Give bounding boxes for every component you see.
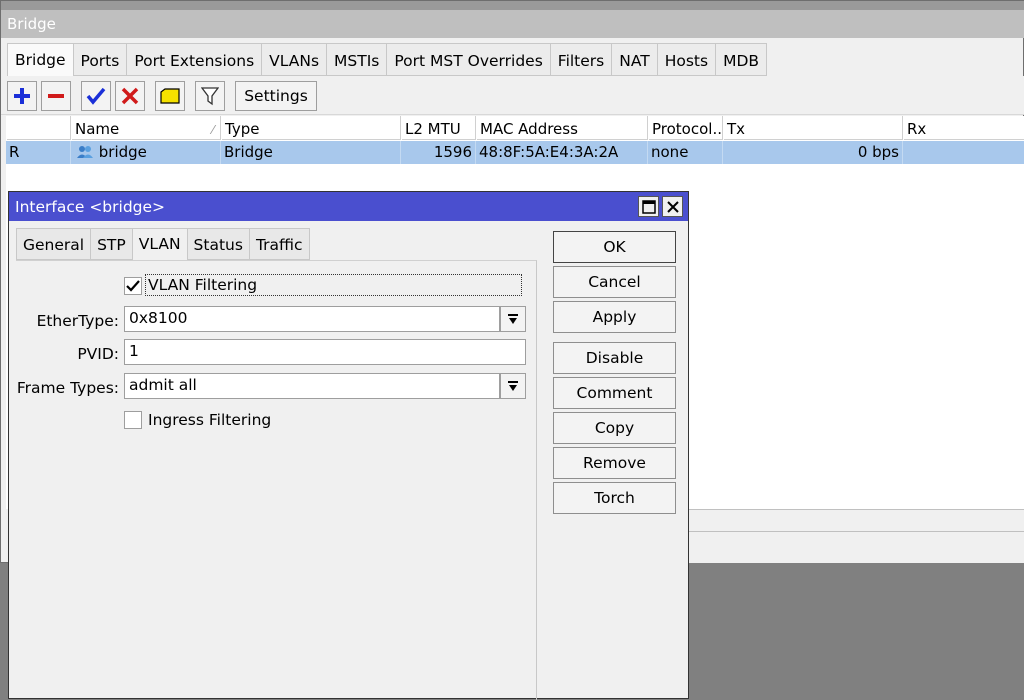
add-button[interactable] bbox=[7, 81, 37, 111]
cell-l2mtu: 1596 bbox=[401, 141, 476, 164]
col-type-header[interactable]: Type bbox=[221, 116, 401, 140]
interface-dialog: Interface <bridge> General STP VLAN Stat… bbox=[8, 191, 689, 700]
ethertype-input[interactable]: 0x8100 bbox=[124, 306, 500, 332]
table-row[interactable]: R bridge Bridge 1596 48:8F:5A:E4:3A:2A n… bbox=[6, 141, 1024, 164]
disable-x-icon bbox=[121, 87, 139, 105]
filter-icon bbox=[201, 87, 219, 106]
maximize-icon bbox=[641, 199, 656, 214]
comment-note-icon bbox=[160, 88, 180, 104]
window-top-strip bbox=[1, 1, 1024, 10]
close-icon bbox=[666, 200, 679, 213]
col-protocol-header[interactable]: Protocol... bbox=[648, 116, 723, 140]
frame-types-label: Frame Types: bbox=[16, 379, 119, 397]
comment-button[interactable] bbox=[155, 81, 185, 111]
frame-types-select[interactable]: admit all bbox=[124, 373, 500, 399]
cell-name: bridge bbox=[71, 141, 221, 164]
remove-icon bbox=[48, 94, 64, 98]
cell-protocol: none bbox=[648, 141, 723, 164]
disable-button[interactable]: Disable bbox=[553, 342, 676, 374]
ethertype-label: EtherType: bbox=[36, 312, 119, 330]
tab-general[interactable]: General bbox=[16, 228, 92, 260]
col-tx-header[interactable]: Tx bbox=[723, 116, 903, 140]
vlan-panel: VLAN Filtering EtherType: 0x8100 PVID: 1… bbox=[16, 260, 537, 700]
enable-button[interactable] bbox=[81, 81, 111, 111]
cancel-button[interactable]: Cancel bbox=[553, 266, 676, 298]
pvid-input[interactable]: 1 bbox=[124, 339, 526, 365]
ingress-filtering-label[interactable]: Ingress Filtering bbox=[148, 410, 271, 430]
bridge-tabs: Bridge Ports Port Extensions VLANs MSTIs… bbox=[7, 43, 768, 77]
close-button[interactable] bbox=[662, 196, 683, 217]
frame-types-dropdown-button[interactable] bbox=[500, 373, 526, 399]
bridge-interface-icon bbox=[77, 146, 93, 158]
bridge-window-title[interactable]: Bridge bbox=[1, 10, 1024, 38]
torch-button[interactable]: Torch bbox=[553, 482, 676, 514]
sort-indicator-icon: ⁄ bbox=[211, 123, 214, 137]
apply-button[interactable]: Apply bbox=[553, 301, 676, 333]
ethertype-dropdown-button[interactable] bbox=[500, 306, 526, 332]
tab-traffic[interactable]: Traffic bbox=[249, 228, 310, 260]
tab-port-mst-overrides[interactable]: Port MST Overrides bbox=[387, 43, 551, 76]
copy-button[interactable]: Copy bbox=[553, 412, 676, 444]
tab-stp[interactable]: STP bbox=[91, 228, 133, 260]
cell-type: Bridge bbox=[221, 141, 401, 164]
bridge-scrollbar-area bbox=[689, 509, 1024, 531]
settings-button[interactable]: Settings bbox=[235, 81, 317, 111]
dropdown-arrow-icon bbox=[508, 381, 518, 391]
cell-mac: 48:8F:5A:E4:3A:2A bbox=[476, 141, 648, 164]
tab-port-extensions[interactable]: Port Extensions bbox=[127, 43, 263, 76]
comment-button[interactable]: Comment bbox=[553, 377, 676, 409]
tab-vlan[interactable]: VLAN bbox=[132, 228, 188, 261]
tab-vlans[interactable]: VLANs bbox=[262, 43, 328, 76]
tab-hosts[interactable]: Hosts bbox=[657, 43, 717, 76]
dialog-title[interactable]: Interface <bridge> bbox=[9, 192, 688, 221]
maximize-button[interactable] bbox=[638, 196, 659, 217]
pvid-label: PVID: bbox=[77, 345, 119, 363]
disable-button[interactable] bbox=[115, 81, 145, 111]
tab-nat[interactable]: NAT bbox=[612, 43, 658, 76]
cell-flag: R bbox=[6, 141, 71, 164]
bridge-toolbar: Settings bbox=[1, 76, 1024, 115]
ingress-filtering-checkbox[interactable] bbox=[124, 411, 142, 429]
filter-button[interactable] bbox=[195, 81, 225, 111]
cell-name-text: bridge bbox=[98, 143, 147, 161]
tab-mdb[interactable]: MDB bbox=[716, 43, 768, 76]
remove-button[interactable] bbox=[41, 81, 71, 111]
cell-rx bbox=[903, 141, 1024, 164]
col-name-header[interactable]: Name ⁄ bbox=[71, 116, 221, 140]
tab-mstis[interactable]: MSTIs bbox=[327, 43, 388, 76]
ok-button[interactable]: OK bbox=[553, 231, 676, 263]
col-rx-header[interactable]: Rx bbox=[903, 116, 1024, 140]
tab-ports[interactable]: Ports bbox=[73, 43, 128, 76]
remove-button[interactable]: Remove bbox=[553, 447, 676, 479]
cell-tx: 0 bps bbox=[723, 141, 903, 164]
tab-bridge[interactable]: Bridge bbox=[7, 43, 74, 77]
tab-filters[interactable]: Filters bbox=[550, 43, 613, 76]
col-l2mtu-header[interactable]: L2 MTU bbox=[401, 116, 476, 140]
tab-status[interactable]: Status bbox=[187, 228, 250, 260]
bridge-status-bar bbox=[689, 531, 1024, 563]
dropdown-arrow-icon bbox=[508, 314, 518, 324]
col-mac-header[interactable]: MAC Address bbox=[476, 116, 648, 140]
checkmark-icon bbox=[126, 280, 140, 292]
enable-check-icon bbox=[86, 87, 106, 105]
col-name-label: Name bbox=[75, 120, 120, 138]
vlan-filtering-checkbox[interactable] bbox=[124, 277, 142, 295]
col-flag-header[interactable] bbox=[6, 116, 71, 140]
dialog-tabs: General STP VLAN Status Traffic bbox=[16, 228, 310, 261]
table-header: Name ⁄ Type L2 MTU MAC Address Protocol..… bbox=[6, 116, 1024, 140]
vlan-filtering-label[interactable]: VLAN Filtering bbox=[145, 274, 522, 296]
add-icon bbox=[14, 88, 30, 104]
